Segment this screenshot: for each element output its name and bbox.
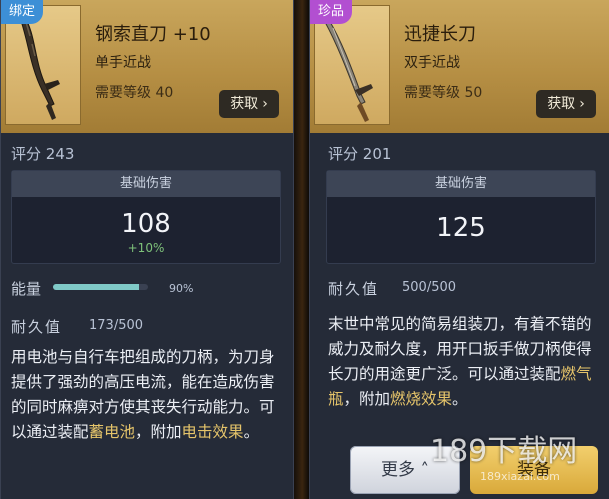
get-button-label: 获取 bbox=[230, 96, 259, 112]
panel-gap bbox=[292, 0, 309, 499]
get-button[interactable]: 获取 › bbox=[219, 90, 279, 118]
item-name: 钢索直刀 +10 bbox=[95, 24, 211, 45]
durability-label: 耐久值 bbox=[328, 280, 380, 298]
more-button-label: 更多 bbox=[381, 460, 416, 480]
chevron-right-icon: › bbox=[579, 96, 585, 112]
energy-bar-fill bbox=[53, 284, 139, 290]
item-name: 迅捷长刀 bbox=[404, 24, 476, 45]
description-highlight: 燃烧效果 bbox=[390, 390, 453, 408]
description-text: ，附加 bbox=[343, 390, 391, 408]
score-label: 评分 bbox=[328, 145, 359, 163]
item-type: 单手近战 bbox=[95, 55, 151, 71]
energy-bar bbox=[53, 284, 148, 290]
score: 评分 201 bbox=[328, 143, 391, 164]
score-value: 201 bbox=[362, 145, 392, 163]
item-card-left: 绑定 钢索直刀 +10 单手近战 需要等级 40 获取 › 评分 243 基础伤害… bbox=[0, 0, 294, 499]
description-text: 末世中常见的简易组装刀，有着不错的威力及耐久度，用开口扳手做刀柄使得长刀的用途更… bbox=[328, 315, 592, 383]
base-damage-header: 基础伤害 bbox=[327, 171, 595, 197]
damage-bonus: +10% bbox=[127, 241, 165, 255]
get-button-label: 获取 bbox=[547, 96, 576, 112]
base-damage-value: 108 bbox=[121, 209, 171, 239]
base-damage-panel: 基础伤害 125 bbox=[326, 170, 596, 264]
item-description: 用电池与自行车把组成的刀柄，为刀身提供了强劲的高压电流，能在造成伤害的同时麻痹对… bbox=[11, 345, 283, 445]
chevron-up-icon: ˄ bbox=[420, 460, 429, 480]
watermark-url: 189xiazai.com bbox=[480, 470, 560, 483]
base-damage-value: 125 bbox=[436, 213, 486, 243]
item-card-right: 珍品 迅捷长刀 双手近战 需要等级 50 获取 › 评分 201 基础伤害 125… bbox=[309, 0, 609, 499]
description-text: ，附加 bbox=[135, 423, 182, 441]
chevron-right-icon: › bbox=[262, 96, 268, 112]
bound-badge: 绑定 bbox=[1, 0, 44, 24]
score-label: 评分 bbox=[11, 145, 42, 163]
durability-value: 173/500 bbox=[89, 318, 144, 333]
base-damage-panel: 基础伤害 108 +10% bbox=[11, 170, 281, 264]
get-button[interactable]: 获取 › bbox=[536, 90, 596, 118]
item-type: 双手近战 bbox=[404, 55, 460, 71]
durability-label: 耐久值 bbox=[11, 318, 63, 336]
watermark: 189下载网 bbox=[430, 434, 578, 469]
rare-badge: 珍品 bbox=[310, 0, 353, 24]
durability-value: 500/500 bbox=[402, 280, 457, 295]
score: 评分 243 bbox=[11, 143, 74, 164]
item-level-requirement: 需要等级 50 bbox=[404, 85, 483, 101]
item-description: 末世中常见的简易组装刀，有着不错的威力及耐久度，用开口扳手做刀柄使得长刀的用途更… bbox=[328, 312, 600, 412]
item-level-requirement: 需要等级 40 bbox=[95, 85, 174, 101]
energy-percent: 90% bbox=[169, 282, 194, 295]
description-text: 。 bbox=[452, 390, 468, 408]
item-header: 绑定 钢索直刀 +10 单手近战 需要等级 40 获取 › bbox=[1, 0, 293, 133]
score-value: 243 bbox=[45, 145, 75, 163]
energy-label: 能量 bbox=[11, 280, 42, 298]
description-highlight: 蓄电池 bbox=[88, 423, 136, 441]
item-header: 珍品 迅捷长刀 双手近战 需要等级 50 获取 › bbox=[310, 0, 609, 133]
description-text: 。 bbox=[243, 423, 260, 441]
description-highlight: 电击效果 bbox=[181, 423, 244, 441]
base-damage-header: 基础伤害 bbox=[12, 171, 280, 197]
